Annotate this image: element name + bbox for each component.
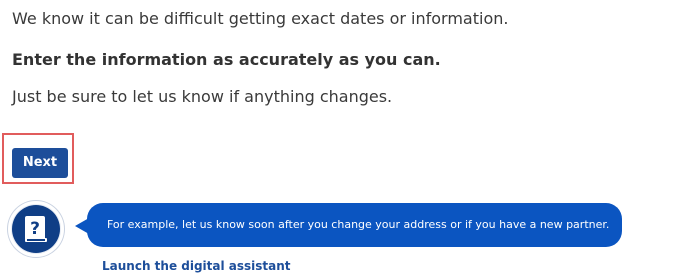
assistant-speech-bubble: For example, let us know soon after you …: [75, 203, 622, 247]
intro-text: We know it can be difficult getting exac…: [12, 9, 509, 28]
digital-assistant-avatar[interactable]: ?: [8, 201, 64, 257]
next-button[interactable]: Next: [12, 148, 68, 178]
assistant-message: For example, let us know soon after you …: [107, 218, 610, 231]
instruction-text: Enter the information as accurately as y…: [12, 50, 441, 69]
form-page: We know it can be difficult getting exac…: [0, 0, 688, 279]
assistant-avatar-circle: ?: [12, 205, 60, 253]
launch-digital-assistant-link[interactable]: Launch the digital assistant: [102, 258, 291, 274]
help-book-icon: ?: [25, 216, 47, 242]
changes-note-text: Just be sure to let us know if anything …: [12, 87, 393, 106]
svg-text:?: ?: [30, 219, 40, 239]
